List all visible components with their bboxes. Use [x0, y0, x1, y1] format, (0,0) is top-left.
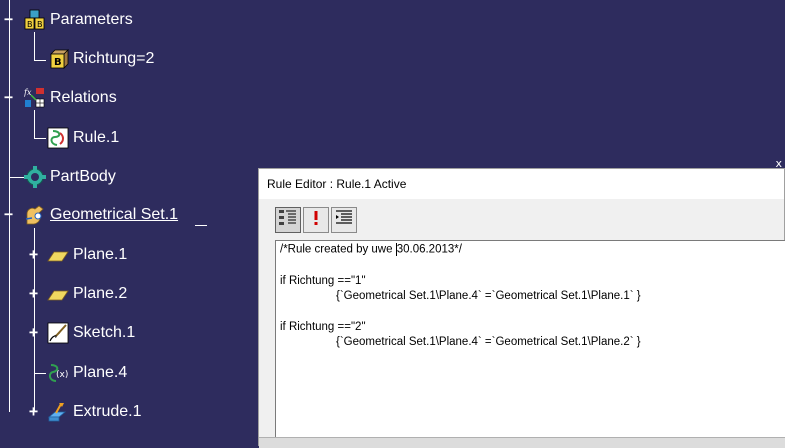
tree-node-label: PartBody — [50, 168, 116, 185]
rule-editor-dialog: x Rule Editor : Rule.1 Active /*Rule cre… — [258, 157, 785, 448]
tree-branch-line — [195, 225, 207, 226]
tree-branch-line — [34, 373, 46, 374]
expand-toggle-plane-2[interactable]: + — [27, 286, 40, 301]
tree-node-plane-4[interactable]: (x) Plane.4 — [47, 362, 127, 384]
tree-node-extrude-1[interactable]: Extrude.1 — [47, 401, 141, 423]
collapse-toggle-geometrical-set[interactable]: − — [2, 207, 15, 222]
tree-node-label: Relations — [50, 89, 117, 106]
tree-list-icon — [278, 208, 298, 232]
alert-button[interactable] — [303, 207, 329, 233]
expand-toggle-sketch-1[interactable]: + — [27, 325, 40, 340]
tree-branch-line — [34, 60, 46, 61]
tree-node-plane-2[interactable]: Plane.2 — [47, 283, 127, 305]
tree-node-rule-1[interactable]: Rule.1 — [47, 127, 119, 149]
expand-toggle-plane-1[interactable]: + — [27, 247, 40, 262]
dialog-bottom-bar — [259, 437, 785, 448]
tree-node-label: Richtung=2 — [73, 50, 155, 67]
collapse-toggle-relations[interactable]: − — [2, 90, 15, 105]
extrude-icon — [47, 401, 69, 423]
code-line: if Richtung =="2" — [280, 321, 366, 333]
svg-text:B: B — [54, 57, 62, 68]
tree-node-label: Sketch.1 — [73, 324, 136, 341]
plane-icon — [47, 244, 69, 266]
exclamation-icon — [306, 208, 326, 232]
code-line: /*Rule created by uwe 30.06.2013*/ — [280, 243, 462, 256]
svg-text:B: B — [37, 20, 43, 29]
relations-icon: fx — [23, 87, 46, 109]
rule-code-editor[interactable]: /*Rule created by uwe 30.06.2013*/ if Ri… — [275, 240, 785, 440]
tree-node-geometrical-set-1[interactable]: Geometrical Set.1 — [24, 204, 178, 226]
svg-text:B: B — [27, 20, 33, 29]
code-line: {`Geometrical Set.1\Plane.4` =`Geometric… — [336, 290, 641, 302]
formula-plane-icon: (x) — [47, 362, 69, 384]
tree-node-label: Plane.2 — [73, 285, 128, 302]
tree-node-sketch-1[interactable]: Sketch.1 — [47, 322, 135, 344]
tree-node-relations[interactable]: fx Relations — [23, 87, 117, 109]
tree-node-label: Geometrical Set.1 — [50, 206, 179, 223]
indent-icon — [334, 208, 354, 232]
dialog-title: Rule Editor : Rule.1 Active — [267, 177, 407, 191]
collapse-toggle-parameters[interactable]: − — [2, 12, 15, 27]
tree-node-parameters[interactable]: BB Parameters — [24, 9, 133, 31]
tree-node-label: Rule.1 — [73, 129, 120, 146]
parameters-icon: BB — [24, 9, 46, 31]
geometrical-set-icon — [24, 204, 46, 226]
tree-node-plane-1[interactable]: Plane.1 — [47, 244, 127, 266]
variables-button[interactable] — [275, 207, 301, 233]
tree-node-label: Plane.4 — [73, 364, 128, 381]
tree-branch-line — [9, 177, 25, 178]
tree-branch-line — [34, 138, 46, 139]
indent-button[interactable] — [331, 207, 357, 233]
sketch-icon — [47, 322, 69, 344]
tree-branch-line — [34, 110, 35, 138]
tree-node-label: Extrude.1 — [73, 403, 142, 420]
parameter-icon: B — [47, 48, 69, 70]
code-line: if Richtung =="1" — [280, 275, 366, 287]
dialog-titlebar[interactable]: Rule Editor : Rule.1 Active — [259, 169, 784, 199]
rule-icon — [47, 127, 69, 149]
tree-node-richtung[interactable]: B Richtung=2 — [47, 48, 154, 70]
partbody-icon — [24, 166, 46, 188]
tree-node-label: Plane.1 — [73, 246, 128, 263]
code-line: {`Geometrical Set.1\Plane.4` =`Geometric… — [336, 336, 641, 348]
tree-node-partbody[interactable]: PartBody — [24, 166, 116, 188]
rule-editor-toolbar — [275, 207, 357, 237]
tree-node-label: Parameters — [50, 11, 133, 28]
svg-text:(x): (x) — [56, 370, 68, 380]
plane-icon — [47, 283, 69, 305]
expand-toggle-extrude-1[interactable]: + — [27, 404, 40, 419]
tree-branch-line — [34, 32, 35, 60]
